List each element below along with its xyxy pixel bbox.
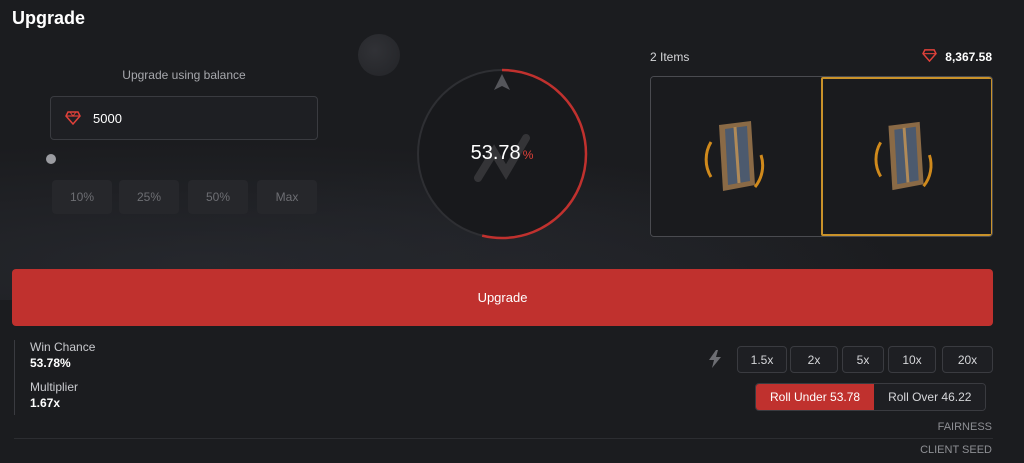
gem-icon	[65, 111, 81, 125]
multiplier-1-5x-button[interactable]: 1.5x	[737, 346, 787, 373]
moon-decoration	[358, 34, 400, 76]
gem-icon	[922, 49, 938, 65]
client-seed-link[interactable]: CLIENT SEED	[920, 444, 992, 456]
multiplier-10x-button[interactable]: 10x	[888, 346, 936, 373]
item-shield-icon	[874, 121, 933, 191]
percent-25-button[interactable]: 25%	[119, 180, 179, 214]
percent-50-button[interactable]: 50%	[188, 180, 248, 214]
win-chance-label: Win Chance	[30, 340, 96, 354]
multiplier-5x-button[interactable]: 5x	[842, 346, 884, 373]
stats-panel: Win Chance 53.78% Multiplier 1.67x	[14, 340, 95, 415]
dial-unit: %	[522, 148, 534, 162]
roll-direction-toggle: Roll Under 53.78 Roll Over 46.22	[755, 383, 987, 411]
balance-label: Upgrade using balance	[122, 68, 246, 82]
multiplier-value: 1.67x	[30, 396, 61, 410]
amount-input[interactable]	[93, 110, 293, 126]
divider	[14, 438, 993, 439]
items-count: 2 Items	[650, 50, 690, 64]
amount-slider[interactable]	[46, 154, 316, 164]
roll-under-button[interactable]: Roll Under 53.78	[756, 384, 875, 410]
percent-max-button[interactable]: Max	[257, 180, 317, 214]
dial-value: 53.78	[470, 142, 521, 164]
page-title: Upgrade	[12, 8, 86, 28]
item-slot-selected[interactable]	[821, 77, 992, 236]
percent-10-button[interactable]: 10%	[52, 180, 112, 214]
items-container	[650, 76, 993, 237]
items-total: 8,367.58	[922, 49, 992, 65]
roll-over-button[interactable]: Roll Over 46.22	[874, 384, 986, 410]
amount-field[interactable]	[50, 96, 318, 140]
item-slot[interactable]	[651, 77, 821, 236]
multiplier-20x-button[interactable]: 20x	[942, 346, 993, 373]
multiplier-2x-button[interactable]: 2x	[790, 346, 838, 373]
slider-thumb[interactable]	[46, 154, 56, 164]
win-chance-value: 53.78%	[30, 356, 71, 370]
item-shield-icon	[704, 121, 765, 191]
fairness-link[interactable]: FAIRNESS	[938, 421, 992, 433]
lightning-icon	[709, 350, 721, 373]
multiplier-label: Multiplier	[30, 380, 79, 394]
items-total-value: 8,367.58	[945, 50, 992, 64]
upgrade-button[interactable]: Upgrade	[12, 269, 993, 326]
dial-readout: 53.78%	[416, 142, 588, 165]
